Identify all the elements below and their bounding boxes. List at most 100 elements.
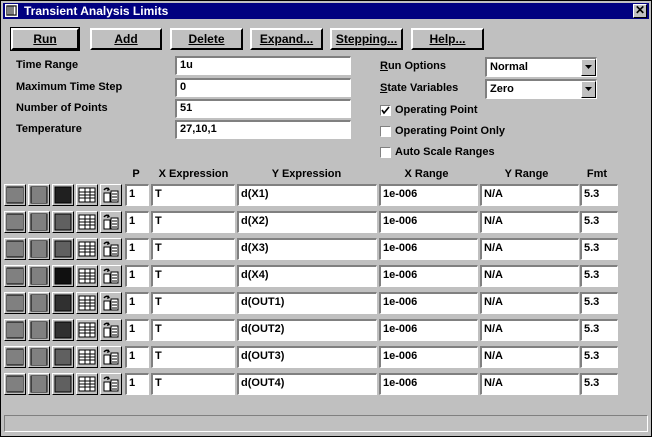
copy-icon[interactable] xyxy=(100,346,122,368)
copy-icon[interactable] xyxy=(100,265,122,287)
y-expression-cell[interactable]: d(X2) xyxy=(237,211,377,233)
plot-number-cell[interactable]: 1 xyxy=(125,184,149,206)
y-range-cell[interactable]: N/A xyxy=(480,292,579,314)
x-expression-cell[interactable]: T xyxy=(151,292,235,314)
y-range-cell[interactable]: N/A xyxy=(480,319,579,341)
delete-button[interactable]: Delete xyxy=(170,28,243,50)
max-time-step-field[interactable]: 0 xyxy=(175,78,351,97)
x-expression-cell[interactable]: T xyxy=(151,184,235,206)
y-expression-cell[interactable]: d(X3) xyxy=(237,238,377,260)
y-expression-cell[interactable]: d(X4) xyxy=(237,265,377,287)
plot-number-cell[interactable]: 1 xyxy=(125,319,149,341)
y-range-cell[interactable]: N/A xyxy=(480,265,579,287)
table-icon[interactable] xyxy=(76,346,98,368)
format-cell[interactable]: 5.3 xyxy=(580,265,618,287)
y-range-cell[interactable]: N/A xyxy=(480,211,579,233)
vertical-grid-icon[interactable] xyxy=(4,184,26,206)
color-swatch-icon[interactable] xyxy=(52,346,74,368)
x-expression-cell[interactable]: T xyxy=(151,265,235,287)
close-button[interactable]: ✕ xyxy=(633,4,647,18)
copy-icon[interactable] xyxy=(100,238,122,260)
y-range-cell[interactable]: N/A xyxy=(480,373,579,395)
x-expression-cell[interactable]: T xyxy=(151,373,235,395)
chevron-down-icon[interactable] xyxy=(581,81,596,98)
temperature-field[interactable]: 27,10,1 xyxy=(175,120,351,139)
auto-scale-ranges-checkbox[interactable] xyxy=(380,147,391,158)
operating-point-only-checkbox[interactable] xyxy=(380,126,391,137)
y-expression-cell[interactable]: d(X1) xyxy=(237,184,377,206)
horizontal-grid-icon[interactable] xyxy=(28,319,50,341)
plot-number-cell[interactable]: 1 xyxy=(125,373,149,395)
copy-icon[interactable] xyxy=(100,211,122,233)
horizontal-grid-icon[interactable] xyxy=(28,292,50,314)
help-button[interactable]: Help... xyxy=(411,28,484,50)
vertical-grid-icon[interactable] xyxy=(4,292,26,314)
x-range-cell[interactable]: 1e-006 xyxy=(379,292,478,314)
format-cell[interactable]: 5.3 xyxy=(580,238,618,260)
copy-icon[interactable] xyxy=(100,292,122,314)
horizontal-grid-icon[interactable] xyxy=(28,211,50,233)
vertical-grid-icon[interactable] xyxy=(4,373,26,395)
table-icon[interactable] xyxy=(76,238,98,260)
x-range-cell[interactable]: 1e-006 xyxy=(379,373,478,395)
y-range-cell[interactable]: N/A xyxy=(480,346,579,368)
copy-icon[interactable] xyxy=(100,319,122,341)
table-icon[interactable] xyxy=(76,265,98,287)
horizontal-grid-icon[interactable] xyxy=(28,238,50,260)
color-swatch-icon[interactable] xyxy=(52,211,74,233)
plot-number-cell[interactable]: 1 xyxy=(125,346,149,368)
plot-number-cell[interactable]: 1 xyxy=(125,292,149,314)
add-button[interactable]: Add xyxy=(90,28,162,50)
vertical-grid-icon[interactable] xyxy=(4,238,26,260)
stepping-button[interactable]: Stepping... xyxy=(330,28,403,50)
color-swatch-icon[interactable] xyxy=(52,265,74,287)
x-expression-cell[interactable]: T xyxy=(151,211,235,233)
x-expression-cell[interactable]: T xyxy=(151,319,235,341)
expand-button[interactable]: Expand... xyxy=(250,28,323,50)
color-swatch-icon[interactable] xyxy=(52,319,74,341)
horizontal-grid-icon[interactable] xyxy=(28,373,50,395)
y-expression-cell[interactable]: d(OUT3) xyxy=(237,346,377,368)
table-icon[interactable] xyxy=(76,319,98,341)
state-variables-select[interactable]: Zero xyxy=(485,79,597,99)
system-menu-icon[interactable] xyxy=(5,4,18,17)
run-options-select[interactable]: Normal xyxy=(485,57,597,77)
format-cell[interactable]: 5.3 xyxy=(580,319,618,341)
x-range-cell[interactable]: 1e-006 xyxy=(379,184,478,206)
vertical-grid-icon[interactable] xyxy=(4,211,26,233)
operating-point-only-label[interactable]: Operating Point Only xyxy=(395,124,505,138)
vertical-grid-icon[interactable] xyxy=(4,319,26,341)
color-swatch-icon[interactable] xyxy=(52,184,74,206)
horizontal-grid-icon[interactable] xyxy=(28,265,50,287)
time-range-field[interactable]: 1u xyxy=(175,56,351,75)
color-swatch-icon[interactable] xyxy=(52,292,74,314)
y-range-cell[interactable]: N/A xyxy=(480,184,579,206)
plot-number-cell[interactable]: 1 xyxy=(125,265,149,287)
y-range-cell[interactable]: N/A xyxy=(480,238,579,260)
title-bar[interactable]: Transient Analysis Limits ✕ xyxy=(3,3,649,19)
vertical-grid-icon[interactable] xyxy=(4,346,26,368)
plot-number-cell[interactable]: 1 xyxy=(125,211,149,233)
x-expression-cell[interactable]: T xyxy=(151,238,235,260)
table-icon[interactable] xyxy=(76,373,98,395)
copy-icon[interactable] xyxy=(100,373,122,395)
format-cell[interactable]: 5.3 xyxy=(580,184,618,206)
format-cell[interactable]: 5.3 xyxy=(580,292,618,314)
x-expression-cell[interactable]: T xyxy=(151,346,235,368)
color-swatch-icon[interactable] xyxy=(52,373,74,395)
x-range-cell[interactable]: 1e-006 xyxy=(379,211,478,233)
table-icon[interactable] xyxy=(76,292,98,314)
format-cell[interactable]: 5.3 xyxy=(580,211,618,233)
y-expression-cell[interactable]: d(OUT1) xyxy=(237,292,377,314)
y-expression-cell[interactable]: d(OUT4) xyxy=(237,373,377,395)
format-cell[interactable]: 5.3 xyxy=(580,346,618,368)
color-swatch-icon[interactable] xyxy=(52,238,74,260)
num-points-field[interactable]: 51 xyxy=(175,99,351,118)
horizontal-grid-icon[interactable] xyxy=(28,346,50,368)
run-button[interactable]: Run xyxy=(10,27,80,51)
plot-number-cell[interactable]: 1 xyxy=(125,238,149,260)
x-range-cell[interactable]: 1e-006 xyxy=(379,346,478,368)
vertical-grid-icon[interactable] xyxy=(4,265,26,287)
horizontal-grid-icon[interactable] xyxy=(28,184,50,206)
table-icon[interactable] xyxy=(76,211,98,233)
